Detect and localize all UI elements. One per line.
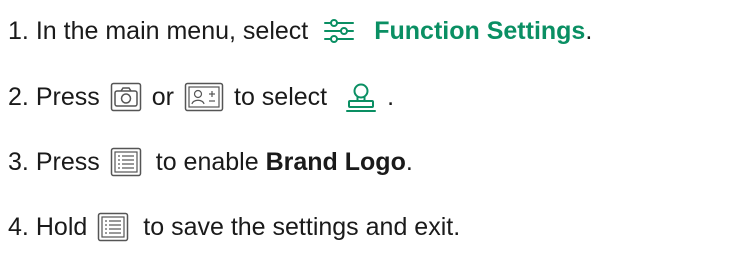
camera-icon	[110, 82, 142, 112]
step-4: 4. Hold to save the settings and exit.	[8, 207, 460, 247]
step-text: to enable	[155, 147, 259, 176]
menu-list-icon	[110, 147, 142, 177]
step-1: 1. In the main menu, select Function Set…	[8, 11, 592, 51]
step-3: 3. Press to enable Brand Logo .	[8, 142, 413, 182]
brand-logo-stamp-icon	[345, 81, 377, 113]
step-text: Hold	[35, 212, 88, 241]
step-punctuation: .	[387, 82, 395, 111]
step-text: In the main menu, select	[35, 16, 309, 45]
step-2: 2. Press or to select .	[8, 77, 394, 117]
step-number: 3.	[8, 147, 29, 176]
step-number: 2.	[8, 82, 29, 111]
function-settings-label: Function Settings	[374, 16, 586, 45]
menu-list-icon	[97, 212, 129, 242]
function-settings-sliders-icon	[322, 17, 356, 45]
step-number: 4.	[8, 212, 29, 241]
step-text: Press	[35, 82, 100, 111]
step-number: 1.	[8, 16, 29, 45]
step-punctuation: .	[585, 16, 593, 45]
step-text: to select	[234, 82, 328, 111]
image-adjust-icon	[184, 82, 224, 112]
step-punctuation: .	[405, 147, 413, 176]
step-text: Press	[35, 147, 100, 176]
step-text-or: or	[151, 82, 174, 111]
brand-logo-label: Brand Logo	[265, 147, 406, 176]
step-text: to save the settings and exit.	[143, 212, 461, 241]
